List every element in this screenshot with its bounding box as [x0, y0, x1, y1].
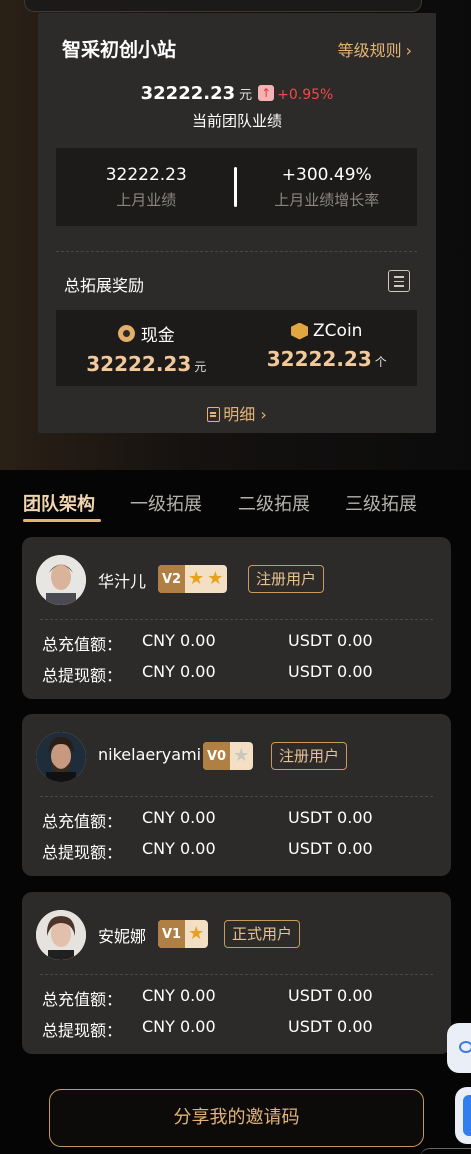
- withdraw-usdt: USDT 0.00: [288, 662, 373, 681]
- document-icon: [207, 407, 221, 422]
- member-name: 华汁儿: [98, 572, 147, 591]
- growth-label: 上月业绩增长率: [274, 191, 380, 209]
- recharge-cny: CNY 0.00: [142, 631, 216, 650]
- vip-badge: V2 ★ ★: [158, 565, 228, 593]
- avatar: [36, 555, 86, 605]
- member-card[interactable]: 华汁儿 V2 ★ ★ 注册用户 总充值额： CNY 0.00 USDT 0.00 …: [22, 537, 451, 699]
- vip-badge: V1 ★: [158, 920, 209, 948]
- vip-level: V0: [203, 742, 231, 770]
- vip-level: V2: [158, 565, 186, 593]
- share-invite-code-button[interactable]: 分享我的邀请码: [49, 1089, 424, 1147]
- vip-level: V1: [158, 920, 186, 948]
- list-icon[interactable]: [388, 270, 410, 292]
- side-panel-icon: [463, 1095, 471, 1136]
- level-rules-link[interactable]: 等级规则 ›: [338, 37, 412, 61]
- cash-unit: 元: [194, 360, 207, 374]
- team-tabs: 团队架构 一级拓展 二级拓展 三级拓展: [0, 490, 471, 524]
- card-divider: [40, 796, 433, 797]
- star-icon: ★: [188, 923, 205, 944]
- detail-link[interactable]: 明细 ›: [38, 401, 436, 425]
- zcoin-icon: [291, 322, 309, 340]
- team-performance-value: 32222.23: [140, 83, 236, 104]
- chevron-right-icon: ›: [405, 41, 412, 60]
- zcoin-label: ZCoin: [313, 321, 363, 341]
- detail-label: 明细: [223, 405, 256, 424]
- user-status-tag: 注册用户: [248, 565, 325, 593]
- withdraw-cny: CNY 0.00: [142, 839, 216, 858]
- total-withdraw-label: 总提现额：: [42, 843, 123, 862]
- star-icon: ★: [188, 568, 205, 589]
- withdraw-usdt: USDT 0.00: [288, 1017, 373, 1036]
- recharge-cny: CNY 0.00: [142, 808, 216, 827]
- recharge-cny: CNY 0.00: [142, 986, 216, 1005]
- last-month-label: 上月业绩: [116, 191, 177, 209]
- monthly-stats: 32222.23 上月业绩 +300.49% 上月业绩增长率: [56, 148, 417, 226]
- member-name: nikelaeryami: [98, 745, 202, 764]
- recharge-usdt: USDT 0.00: [288, 986, 373, 1005]
- eye-icon: [459, 1041, 471, 1053]
- cash-reward: 现金 32222.23 元: [56, 310, 237, 386]
- user-status-tag: 注册用户: [271, 742, 348, 770]
- team-performance-row: 32222.23 元 ↑ +0.95%: [38, 83, 436, 104]
- total-withdraw-label: 总提现额：: [42, 1021, 123, 1040]
- withdraw-cny: CNY 0.00: [142, 1017, 216, 1036]
- tab-level-2[interactable]: 二级拓展: [238, 490, 310, 516]
- floating-view-button[interactable]: [447, 1023, 471, 1073]
- star-icon: ★: [233, 745, 250, 766]
- avatar: [36, 910, 86, 960]
- growth-value: +300.49%: [281, 165, 372, 185]
- avatar: [36, 732, 86, 782]
- user-status-tag: 正式用户: [224, 920, 301, 948]
- total-recharge-label: 总充值额：: [42, 812, 123, 831]
- zcoin-unit: 个: [374, 355, 387, 369]
- withdraw-cny: CNY 0.00: [142, 662, 216, 681]
- tab-level-1[interactable]: 一级拓展: [130, 490, 202, 516]
- withdraw-usdt: USDT 0.00: [288, 839, 373, 858]
- card-divider: [40, 619, 433, 620]
- section-divider: [56, 251, 417, 252]
- last-month-stat: 32222.23 上月业绩: [56, 148, 237, 226]
- last-month-value: 32222.23: [105, 165, 187, 185]
- rewards-title: 总拓展奖励: [64, 276, 145, 295]
- rewards-box: 现金 32222.23 元 ZCoin 32222.23 个: [56, 310, 417, 386]
- recharge-usdt: USDT 0.00: [288, 631, 373, 650]
- recharge-usdt: USDT 0.00: [288, 808, 373, 827]
- tab-level-3[interactable]: 三级拓展: [345, 490, 417, 516]
- growth-stat: +300.49% 上月业绩增长率: [237, 148, 418, 226]
- level-rules-label: 等级规则: [337, 41, 402, 60]
- member-card[interactable]: nikelaeryami V0 ★ 注册用户 总充值额： CNY 0.00 US…: [22, 714, 451, 876]
- arrow-up-icon: ↑: [258, 85, 275, 101]
- vip-badge: V0 ★: [203, 742, 254, 770]
- total-recharge-label: 总充值额：: [42, 990, 123, 1009]
- tab-team-structure[interactable]: 团队架构: [23, 490, 95, 516]
- total-recharge-label: 总充值额：: [42, 635, 123, 654]
- member-card[interactable]: 安妮娜 V1 ★ 正式用户 总充值额： CNY 0.00 USDT 0.00 总…: [22, 892, 451, 1054]
- level-card: 智采初创小站 等级规则 › 32222.23 元 ↑ +0.95% 当前团队业绩 322…: [38, 13, 436, 433]
- level-title: 智采初创小站: [62, 39, 177, 61]
- coin-icon: [117, 325, 135, 342]
- floating-side-button[interactable]: [455, 1087, 471, 1144]
- active-tab-indicator: [23, 519, 101, 522]
- card-divider: [40, 974, 433, 975]
- star-icon: ★: [207, 568, 224, 589]
- header-rim: [24, 0, 422, 12]
- team-performance-change: +0.95%: [277, 87, 334, 103]
- zcoin-reward: ZCoin 32222.23 个: [237, 310, 418, 386]
- team-performance-unit: 元: [239, 88, 253, 103]
- zcoin-value: 32222.23: [266, 347, 372, 371]
- member-name: 安妮娜: [98, 927, 147, 946]
- team-performance-label: 当前团队业绩: [191, 112, 282, 130]
- cash-value: 32222.23: [86, 352, 192, 376]
- home-indicator: [420, 1148, 471, 1154]
- total-withdraw-label: 总提现额：: [42, 666, 123, 685]
- cash-label: 现金: [140, 326, 175, 346]
